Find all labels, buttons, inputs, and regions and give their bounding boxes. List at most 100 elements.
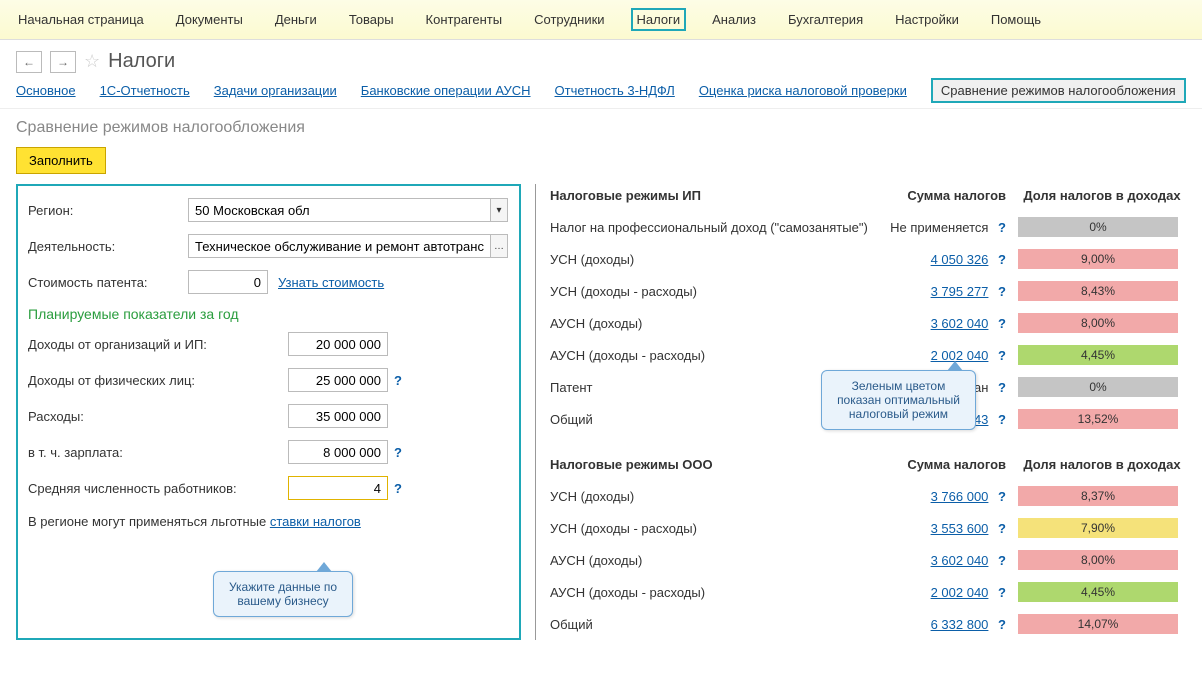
activity-input[interactable] — [188, 234, 490, 258]
tax-row: Общий 6 332 800 ? 14,07% — [550, 608, 1186, 640]
topmenu-item[interactable]: Товары — [343, 8, 400, 31]
region-input[interactable] — [188, 198, 490, 222]
subtab[interactable]: Сравнение режимов налогообложения — [931, 78, 1186, 103]
tax-regime-name: Общий — [550, 617, 888, 632]
topmenu-item[interactable]: Сотрудники — [528, 8, 610, 31]
tax-share-bar: 9,00% — [1018, 249, 1178, 269]
patent-cost-input[interactable] — [188, 270, 268, 294]
subtab[interactable]: Основное — [16, 83, 76, 98]
help-icon[interactable]: ? — [394, 445, 402, 460]
tax-regime-name: АУСН (доходы - расходы) — [550, 585, 888, 600]
tax-row: АУСН (доходы) 3 602 040 ? 8,00% — [550, 544, 1186, 576]
tax-regime-name: УСН (доходы - расходы) — [550, 284, 888, 299]
help-icon[interactable]: ? — [998, 316, 1006, 331]
activity-picker-button[interactable]: … — [490, 234, 508, 258]
tax-sum-link[interactable]: 3 602 040 — [908, 316, 988, 331]
tax-row: УСН (доходы - расходы)3 553 600 ?7,90% — [550, 512, 1186, 544]
salary-input[interactable] — [288, 440, 388, 464]
view-title: Сравнение режимов налогообложения — [0, 109, 1202, 141]
help-icon[interactable]: ? — [998, 412, 1006, 427]
income-ind-label: Доходы от физических лиц: — [28, 373, 288, 388]
tax-share-bar: 0% — [1018, 377, 1178, 397]
tax-row: УСН (доходы)3 766 000 ?8,37% — [550, 480, 1186, 512]
topmenu-item[interactable]: Деньги — [269, 8, 323, 31]
star-icon[interactable]: ☆ — [84, 51, 100, 72]
tax-share-bar: 8,00% — [1018, 550, 1178, 570]
help-icon[interactable]: ? — [998, 252, 1006, 267]
help-icon[interactable]: ? — [998, 521, 1006, 536]
subtab[interactable]: Банковские операции АУСН — [361, 83, 531, 98]
help-icon[interactable]: ? — [998, 348, 1006, 363]
tax-share-bar: 4,45% — [1018, 582, 1178, 602]
hint-note: В регионе могут применяться льготные ста… — [28, 514, 509, 529]
topmenu-item[interactable]: Настройки — [889, 8, 965, 31]
tax-share-bar: 14,07% — [1018, 614, 1178, 634]
nav-back-button[interactable]: ← — [16, 51, 42, 73]
topmenu-item[interactable]: Документы — [170, 8, 249, 31]
tax-regime-name: АУСН (доходы) — [550, 553, 888, 568]
tax-sum-link[interactable]: 2 002 040 — [908, 585, 988, 600]
staff-input[interactable] — [288, 476, 388, 500]
tax-row: АУСН (доходы - расходы)2 002 040 ?4,45% — [550, 339, 1186, 371]
callout-business-data: Укажите данные по вашему бизнесу — [213, 571, 353, 617]
topmenu-item[interactable]: Анализ — [706, 8, 762, 31]
page-title: Налоги — [108, 50, 175, 73]
tax-regime-name: УСН (доходы) — [550, 252, 888, 267]
tax-share-bar: 8,43% — [1018, 281, 1178, 301]
input-panel: Регион: ▾ Деятельность: … Стоимость пате… — [16, 184, 521, 640]
subtab[interactable]: Отчетность 3-НДФЛ — [555, 83, 675, 98]
tax-sum-link[interactable]: 3 795 277 — [908, 284, 988, 299]
help-icon[interactable]: ? — [998, 585, 1006, 600]
nav-forward-button[interactable]: → — [50, 51, 76, 73]
tax-share-bar: 8,00% — [1018, 313, 1178, 333]
income-org-input[interactable] — [288, 332, 388, 356]
help-icon[interactable]: ? — [394, 373, 402, 388]
expenses-input[interactable] — [288, 404, 388, 428]
tax-sum-link[interactable]: 3 553 600 — [908, 521, 988, 536]
help-icon[interactable]: ? — [998, 220, 1006, 235]
topmenu-item[interactable]: Бухгалтерия — [782, 8, 869, 31]
topmenu-item[interactable]: Помощь — [985, 8, 1047, 31]
help-icon[interactable]: ? — [998, 489, 1006, 504]
tax-row: АУСН (доходы) 3 602 040 ? 8,00% — [550, 307, 1186, 339]
patent-cost-link[interactable]: Узнать стоимость — [278, 275, 384, 290]
patent-cost-label: Стоимость патента: — [28, 275, 188, 290]
help-icon[interactable]: ? — [998, 380, 1006, 395]
tax-regime-name: АУСН (доходы - расходы) — [550, 348, 888, 363]
tax-regime-name: Налог на профессиональный доход ("самоза… — [550, 220, 888, 235]
staff-label: Средняя численность работников: — [28, 481, 288, 496]
help-icon[interactable]: ? — [998, 617, 1006, 632]
subtab[interactable]: Оценка риска налоговой проверки — [699, 83, 907, 98]
topmenu-item[interactable]: Налоги — [631, 8, 687, 31]
income-ind-input[interactable] — [288, 368, 388, 392]
topmenu-item[interactable]: Контрагенты — [420, 8, 509, 31]
fill-button[interactable]: Заполнить — [16, 147, 106, 174]
tax-row: АУСН (доходы - расходы) 2 002 040 ? 4,45% — [550, 576, 1186, 608]
tax-sum-link[interactable]: 4 050 326 — [908, 252, 988, 267]
tax-sum-na: Не применяется — [890, 220, 988, 235]
tax-sum-link[interactable]: 6 332 800 — [908, 617, 988, 632]
subtabs: Основное 1С-Отчетность Задачи организации Б… — [0, 77, 1202, 109]
tax-rates-link[interactable]: ставки налогов — [270, 514, 361, 529]
help-icon[interactable]: ? — [394, 481, 402, 496]
top-menu: Начальная страница Документы Деньги Товары К… — [0, 0, 1202, 40]
tax-regime-name: УСН (доходы) — [550, 489, 888, 504]
salary-label: в т. ч. зарплата: — [28, 445, 288, 460]
tax-sum-link[interactable]: 3 766 000 — [908, 489, 988, 504]
region-dropdown-button[interactable]: ▾ — [490, 198, 508, 222]
subtab[interactable]: 1С-Отчетность — [100, 83, 190, 98]
region-label: Регион: — [28, 203, 188, 218]
callout-optimal-regime: Зеленым цветом показан оптимальный налог… — [821, 370, 976, 430]
tax-header-ip: Налоговые режимы ИП Сумма налогов Доля н… — [550, 184, 1186, 211]
tax-share-bar: 7,90% — [1018, 518, 1178, 538]
tax-sum-link[interactable]: 3 602 040 — [908, 553, 988, 568]
topmenu-item[interactable]: Начальная страница — [12, 8, 150, 31]
help-icon[interactable]: ? — [998, 553, 1006, 568]
tax-share-bar: 4,45% — [1018, 345, 1178, 365]
vertical-divider — [535, 184, 536, 640]
tax-header-ooo: Налоговые режимы ООО Сумма налогов Доля … — [550, 453, 1186, 480]
income-org-label: Доходы от организаций и ИП: — [28, 337, 288, 352]
tax-regime-name: АУСН (доходы) — [550, 316, 888, 331]
subtab[interactable]: Задачи организации — [214, 83, 337, 98]
help-icon[interactable]: ? — [998, 284, 1006, 299]
